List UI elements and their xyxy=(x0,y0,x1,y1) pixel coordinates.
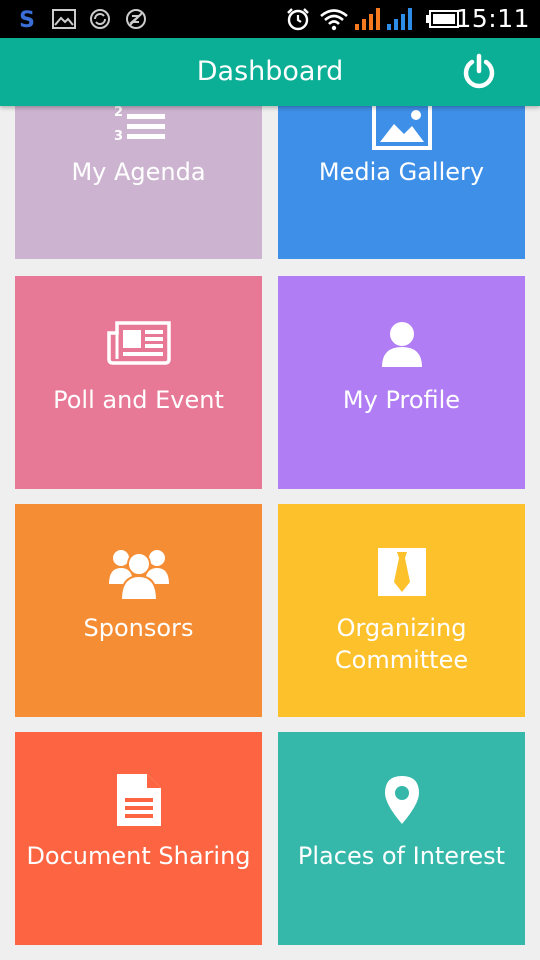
tile-label-line: Document Sharing xyxy=(26,842,251,870)
tile-document-sharing[interactable]: Document Sharing xyxy=(15,732,262,945)
skype-icon: S xyxy=(16,6,38,32)
tile-label: Media Gallery xyxy=(278,156,525,188)
tile-label-line: Poll and Event xyxy=(53,386,224,414)
image-icon xyxy=(52,6,76,32)
document-icon xyxy=(15,772,262,828)
signal-icon xyxy=(354,6,384,32)
tile-label: Sponsors xyxy=(15,612,262,644)
svg-text:S: S xyxy=(19,8,35,31)
app-bar: Dashboard xyxy=(0,38,540,106)
group-icon xyxy=(15,544,262,600)
sync-icon xyxy=(88,6,112,32)
status-bar: S 15:11 xyxy=(0,0,540,38)
blocked-icon xyxy=(124,6,148,32)
agenda-list-icon: 2 3 xyxy=(15,106,262,150)
tile-poll-and-event[interactable]: Poll and Event xyxy=(15,276,262,489)
tile-label-line: Committee xyxy=(334,646,469,674)
tile-label: My Profile xyxy=(278,384,525,416)
page-title: Dashboard xyxy=(196,56,344,87)
logout-button[interactable] xyxy=(460,53,498,91)
tile-label-line: My Agenda xyxy=(71,158,206,186)
tile-label: Poll and Event xyxy=(15,384,262,416)
tile-label: Places of Interest xyxy=(278,840,525,872)
tile-label-line: Organizing xyxy=(336,614,467,642)
location-pin-icon xyxy=(278,776,525,824)
tile-label-line: My Profile xyxy=(342,386,461,414)
svg-text:2: 2 xyxy=(114,106,123,120)
tile-my-agenda[interactable]: 2 3 My Agenda xyxy=(15,106,262,259)
dashboard-grid: 2 3 My Agenda Media Gallery Poll and Eve… xyxy=(0,106,540,960)
signal-icon xyxy=(386,6,416,32)
tie-icon xyxy=(278,548,525,596)
tile-label: Organizing Committee xyxy=(278,612,525,676)
power-icon xyxy=(463,53,495,89)
tile-sponsors[interactable]: Sponsors xyxy=(15,504,262,717)
tile-my-profile[interactable]: My Profile xyxy=(278,276,525,489)
tile-organizing-committee[interactable]: Organizing Committee xyxy=(278,504,525,717)
image-icon xyxy=(278,106,525,150)
user-icon xyxy=(278,321,525,369)
newspaper-icon xyxy=(15,321,262,365)
tile-places-of-interest[interactable]: Places of Interest xyxy=(278,732,525,945)
tile-label-line: Places of Interest xyxy=(297,842,506,870)
tile-label-line: Sponsors xyxy=(83,614,194,642)
tile-label-line: Media Gallery xyxy=(318,158,485,186)
tile-label: Document Sharing xyxy=(15,840,262,872)
wifi-icon xyxy=(318,6,350,32)
tile-label: My Agenda xyxy=(15,156,262,188)
alarm-icon xyxy=(284,6,312,32)
tile-media-gallery[interactable]: Media Gallery xyxy=(278,106,525,259)
status-time: 15:11 xyxy=(455,4,530,33)
svg-text:3: 3 xyxy=(114,129,123,144)
